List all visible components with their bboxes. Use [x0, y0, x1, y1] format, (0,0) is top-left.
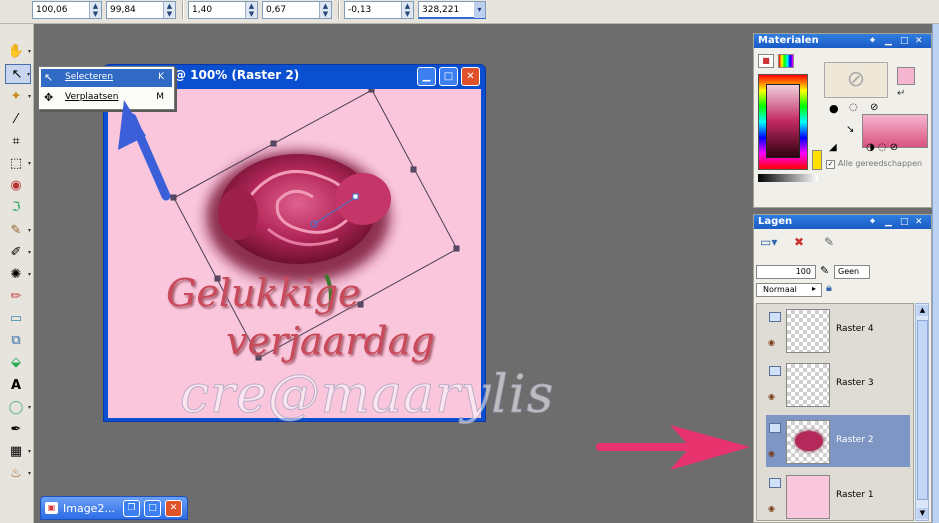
pink-annotation-arrow — [596, 425, 750, 470]
layer-thumbnail — [786, 420, 830, 464]
eye-visibility-icon[interactable]: ◉ — [768, 504, 775, 513]
close-icon: ✕ — [169, 503, 178, 513]
raster-layer-icon — [769, 312, 781, 322]
raster-layer-icon — [769, 478, 781, 488]
layer-scrollbar[interactable]: ▲ ▼ — [915, 303, 929, 521]
blend-mode-arrow-icon[interactable]: ▸ — [812, 284, 816, 293]
restore-icon[interactable]: □ — [900, 34, 909, 48]
gradient-icon[interactable]: ◌ — [849, 102, 858, 113]
layers-panel-title: Lagen ⌖ ▁ □ ✕ — [754, 215, 931, 229]
minimize-icon[interactable]: ▁ — [885, 215, 892, 229]
scroll-thumb[interactable] — [917, 320, 928, 500]
restore-button[interactable]: ❐ — [123, 500, 140, 517]
image-icon: ▣ — [45, 502, 58, 514]
close-button[interactable]: ✕ — [165, 500, 182, 517]
raster-layer-icon — [769, 366, 781, 376]
scroll-up-icon[interactable]: ▲ — [917, 305, 928, 316]
layer-row-raster-3[interactable]: ◉ Raster 3 — [766, 358, 910, 410]
layer-thumbnail — [786, 309, 830, 353]
materials-panel: Materialen ⌖ ▁ □ ✕ ■ ⊘ ↵ ● ◌ ⊘ ↘ ◢ ◑ ◌ ⊘… — [753, 33, 932, 208]
right-edge-bar — [932, 24, 939, 523]
layer-row-raster-2[interactable]: ◉ Raster 2 — [766, 415, 910, 467]
link-icon[interactable]: ↘ — [846, 124, 854, 135]
mask-pencil-icon[interactable]: ✎ — [820, 264, 829, 277]
eye-visibility-icon[interactable]: ◉ — [768, 392, 775, 401]
pin-icon[interactable]: ⌖ — [870, 215, 875, 229]
pin-icon[interactable]: ⌖ — [870, 34, 875, 48]
sample-swatch-small[interactable] — [812, 150, 822, 170]
all-tools-checkbox[interactable]: ✓ — [826, 160, 835, 169]
new-layer-button[interactable]: ▭▾ — [760, 235, 777, 249]
grayscale-strip[interactable] — [758, 174, 818, 182]
color-square[interactable] — [766, 84, 800, 158]
maximize-button[interactable]: □ — [144, 500, 161, 517]
pattern-icon[interactable]: ◑ ◌ ⊘ — [866, 142, 898, 153]
minimize-icon[interactable]: ▁ — [885, 34, 892, 48]
background-swatch[interactable] — [897, 67, 915, 85]
rose-thumbnail — [795, 431, 823, 451]
blue-annotation-arrow — [118, 100, 171, 201]
palette-tab-swatch[interactable]: ■ — [758, 54, 774, 68]
delete-layer-button[interactable]: ✖ — [794, 235, 804, 249]
swap-colors-icon[interactable]: ↵ — [897, 88, 905, 99]
layer-thumbnail — [786, 475, 830, 519]
eye-visibility-icon[interactable]: ◉ — [768, 338, 775, 347]
scroll-down-icon[interactable]: ▼ — [917, 508, 928, 519]
solid-color-icon[interactable]: ● — [829, 102, 839, 115]
edit-layer-button[interactable]: ✎ — [824, 235, 834, 249]
restore-icon[interactable]: □ — [900, 215, 909, 229]
minimized-image-window[interactable]: ▣ Image2... ❐ □ ✕ — [40, 496, 188, 520]
palette-tab-rainbow[interactable] — [778, 54, 794, 68]
raster-layer-icon — [769, 423, 781, 433]
close-icon[interactable]: ✕ — [915, 34, 923, 48]
materials-panel-title: Materialen ⌖ ▁ □ ✕ — [754, 34, 931, 48]
layer-thumbnail — [786, 363, 830, 407]
mask-field[interactable]: Geen — [834, 265, 870, 279]
opacity-field[interactable]: 100 — [756, 265, 816, 279]
layer-row-raster-1[interactable]: ◉ Raster 1 — [766, 470, 910, 522]
layer-row-raster-4[interactable]: ◉ Raster 4 — [766, 304, 910, 356]
foreground-swatch[interactable]: ⊘ — [824, 62, 888, 98]
lock-icon[interactable]: 🔒︎ — [826, 281, 832, 295]
restore-icon: ❐ — [127, 503, 136, 513]
all-tools-label: Alle gereedschappen — [838, 159, 923, 168]
null-icon[interactable]: ⊘ — [870, 102, 878, 113]
maximize-icon: □ — [148, 503, 157, 513]
texture-icon[interactable]: ◢ — [829, 142, 837, 153]
eye-visibility-icon[interactable]: ◉ — [768, 449, 775, 458]
close-icon[interactable]: ✕ — [915, 215, 923, 229]
